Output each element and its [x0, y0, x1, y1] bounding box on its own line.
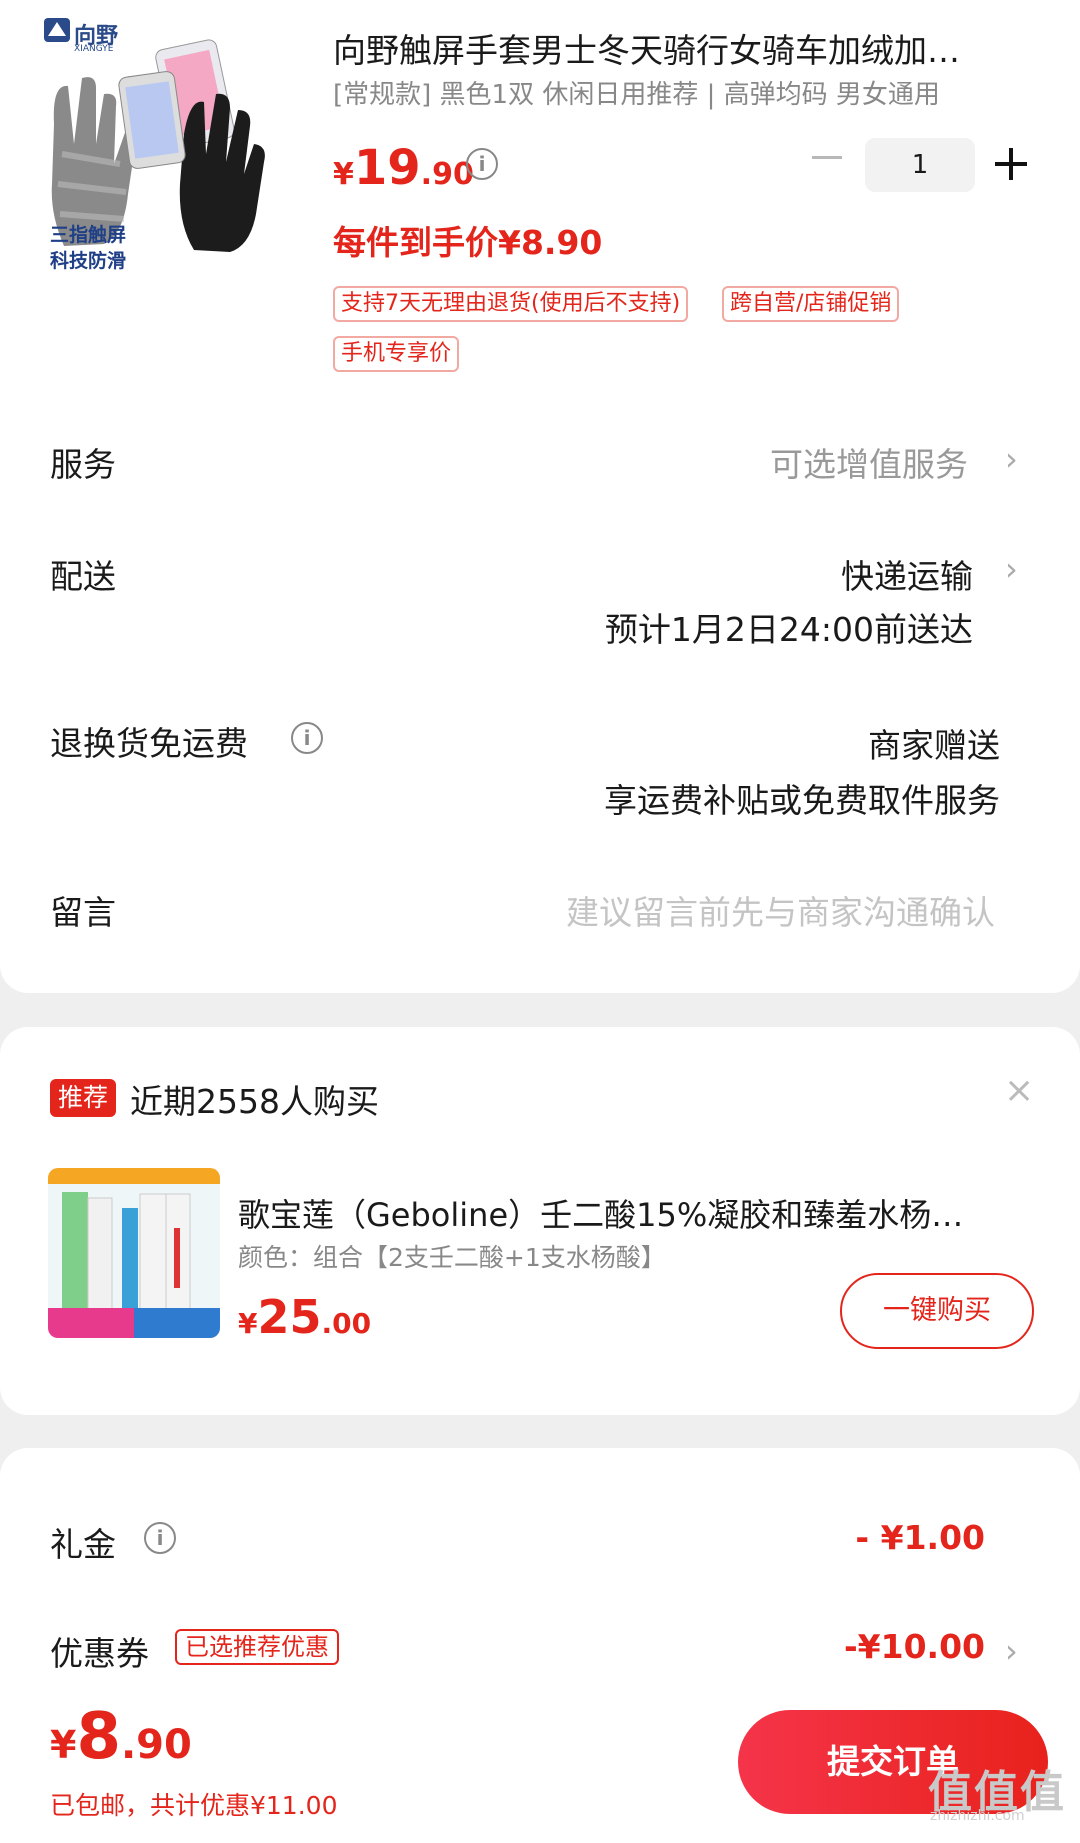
tag-promotion: 跨自营/店铺促销: [722, 286, 900, 322]
recommend-text: 近期2558人购买: [130, 1082, 379, 1121]
quantity-minus-button[interactable]: [812, 156, 842, 159]
return-info-icon[interactable]: i: [291, 722, 323, 754]
recommend-product-image[interactable]: [48, 1168, 220, 1338]
message-input[interactable]: 建议留言前先与商家沟通确认: [566, 886, 995, 934]
close-icon[interactable]: ×: [1004, 1070, 1034, 1111]
recommend-price: ¥25.00: [238, 1290, 371, 1344]
return-sub: 享运费补贴或免费取件服务: [604, 781, 1000, 820]
gift-label: 礼金: [50, 1525, 116, 1564]
delivery-chevron-icon[interactable]: ›: [1005, 550, 1018, 588]
recommend-price-decimal: .00: [321, 1307, 372, 1340]
quantity-input[interactable]: 1: [865, 138, 975, 192]
brand-logo-subtext: XIANGYE: [74, 44, 114, 54]
product-image[interactable]: 向野 XIANGYE 三指触屏 科技防滑: [44, 14, 284, 274]
product-title[interactable]: 向野触屏手套男士冬天骑行女骑车加绒加…: [333, 24, 1033, 72]
watermark-url: zhizhizhi.com: [930, 1808, 1025, 1824]
coupon-label: 优惠券: [50, 1634, 149, 1673]
one-click-buy-button[interactable]: 一键购买: [840, 1273, 1034, 1349]
recommend-price-integer: 25: [257, 1290, 322, 1344]
total-subtext: 已包邮，共计优惠¥11.00: [50, 1791, 338, 1820]
coupon-value[interactable]: -¥10.00: [844, 1627, 985, 1666]
quantity-plus-button[interactable]: [995, 148, 1027, 180]
gift-value: - ¥1.00: [855, 1518, 985, 1557]
total-decimal: .90: [120, 1722, 192, 1768]
coupon-selected-tag: 已选推荐优惠: [175, 1629, 339, 1665]
delivery-eta: 预计1月2日24:00前送达: [604, 610, 973, 649]
image-caption-2: 科技防滑: [50, 250, 127, 272]
recommend-badge: 推荐: [50, 1079, 117, 1117]
tag-mobile-price: 手机专享价: [333, 336, 460, 372]
return-label: 退换货免运费: [50, 724, 248, 763]
product-spec[interactable]: [常规款] 黑色1双 休闲日用推荐 | 高弹均码 男女通用: [333, 74, 940, 111]
delivery-value[interactable]: 快递运输: [841, 550, 973, 598]
image-caption-1: 三指触屏: [50, 224, 127, 246]
recommend-title[interactable]: 歌宝莲（Geboline）壬二酸15%凝胶和臻羞水杨…: [238, 1190, 1018, 1236]
service-label: 服务: [50, 445, 116, 484]
net-price: 每件到手价¥8.90: [333, 223, 603, 262]
price-info-icon[interactable]: i: [466, 148, 498, 180]
total-symbol: ¥: [50, 1723, 77, 1767]
product-price: ¥19.90: [333, 140, 474, 196]
tag-return-policy: 支持7天无理由退货(使用后不支持): [333, 286, 689, 322]
recommend-spec: 颜色：组合【2支壬二酸+1支水杨酸】: [238, 1243, 666, 1272]
service-chevron-icon[interactable]: ›: [1005, 440, 1018, 478]
price-integer: 19: [353, 140, 421, 196]
coupon-chevron-icon[interactable]: ›: [1005, 1632, 1018, 1670]
return-value: 商家赠送: [868, 726, 1000, 765]
recommend-price-symbol: ¥: [238, 1307, 258, 1340]
service-value[interactable]: 可选增值服务: [770, 438, 968, 486]
order-card: 向野 XIANGYE 三指触屏 科技防滑 向野触屏手套男士冬天骑行女骑车加绒加……: [0, 0, 1080, 993]
gift-info-icon[interactable]: i: [144, 1522, 176, 1554]
message-label: 留言: [50, 893, 116, 932]
skincare-illustration: [48, 1168, 220, 1338]
total-integer: 8: [76, 1700, 121, 1774]
price-symbol: ¥: [333, 157, 354, 192]
order-total: ¥8.90: [50, 1700, 192, 1774]
delivery-label: 配送: [50, 557, 116, 596]
